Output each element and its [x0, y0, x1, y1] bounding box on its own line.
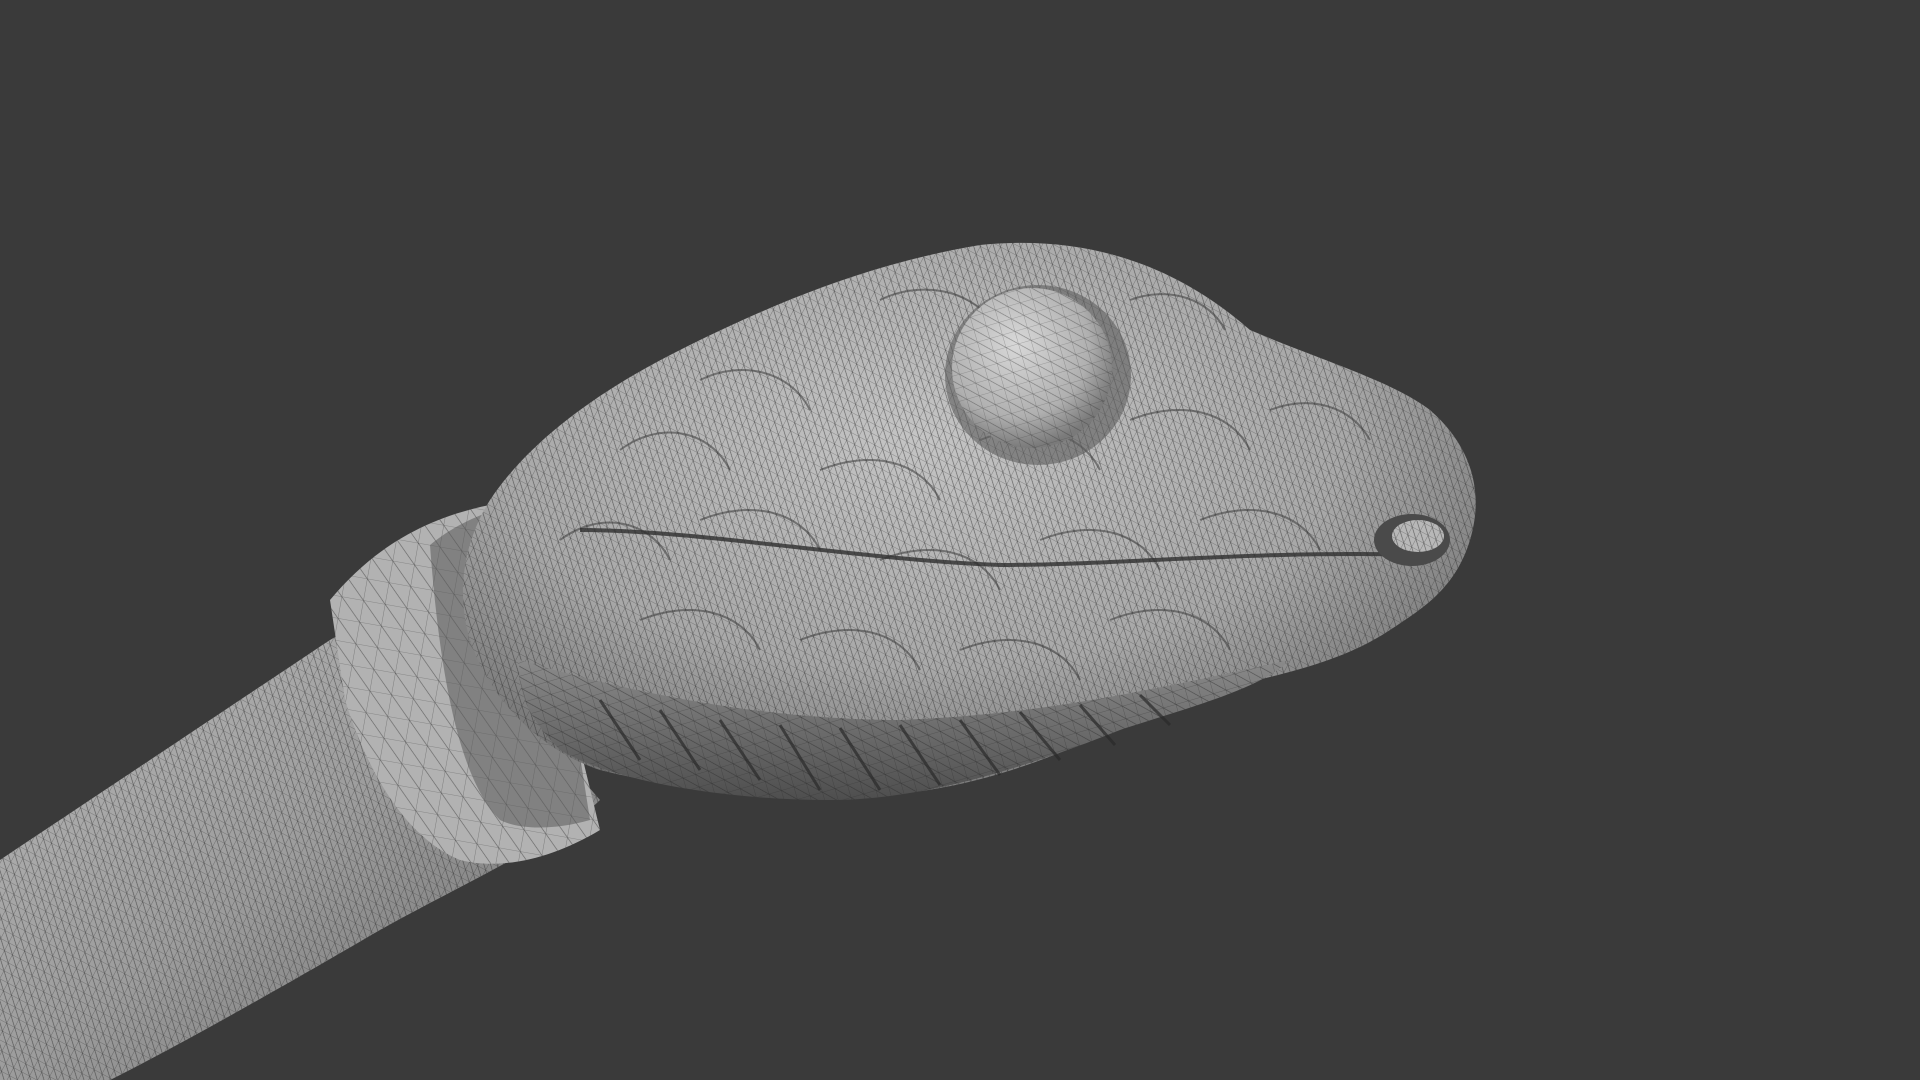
- 3d-viewport[interactable]: [0, 0, 1920, 1080]
- viewport-canvas[interactable]: [0, 0, 1920, 1080]
- eye-mesh[interactable]: [945, 285, 1131, 465]
- nostril-mesh[interactable]: [1374, 514, 1450, 566]
- snake-head-mesh[interactable]: [462, 242, 1476, 800]
